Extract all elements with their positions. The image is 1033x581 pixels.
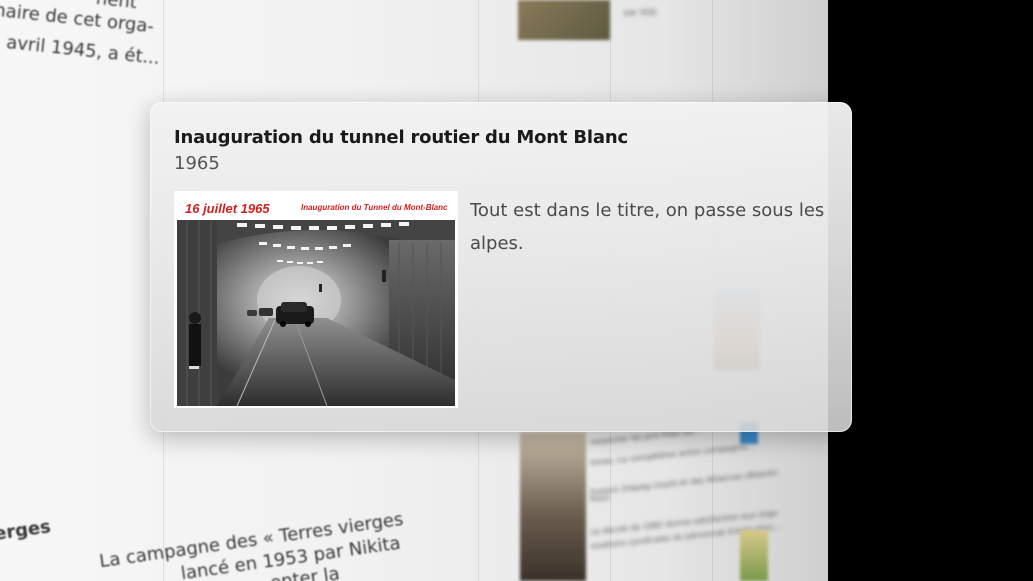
bg-text: avril 1945, a ét... [5, 32, 161, 69]
bg-text: times. La compétition entre compagnie... [589, 441, 756, 468]
image-caption-date: 16 juillet 1965 [185, 201, 270, 216]
bg-text: erges [0, 516, 53, 545]
event-image[interactable]: 16 juillet 1965 Inauguration du Tunnel d… [174, 191, 458, 408]
image-caption-title: Inauguration du Tunnel du Mont-Blanc [301, 203, 448, 212]
bg-text: Pool) [589, 492, 611, 505]
event-detail-card[interactable]: Inauguration du tunnel routier du Mont B… [150, 102, 852, 432]
bg-thumbnail [520, 432, 586, 581]
event-title: Inauguration du tunnel routier du Mont B… [174, 127, 628, 148]
bg-text: par VGE. [624, 8, 660, 17]
bg-thumbnail [740, 530, 768, 581]
bg-text: fusions (Hapag Lloyd) et des Alliances (… [590, 468, 779, 497]
event-year: 1965 [174, 153, 220, 174]
bg-thumbnail [518, 0, 610, 40]
timeline-viewer: nent naire de cet orga- avril 1945, a ét… [0, 0, 1033, 581]
event-description: Tout est dans le titre, on passe sous le… [470, 200, 825, 254]
tunnel-photo [177, 220, 455, 406]
